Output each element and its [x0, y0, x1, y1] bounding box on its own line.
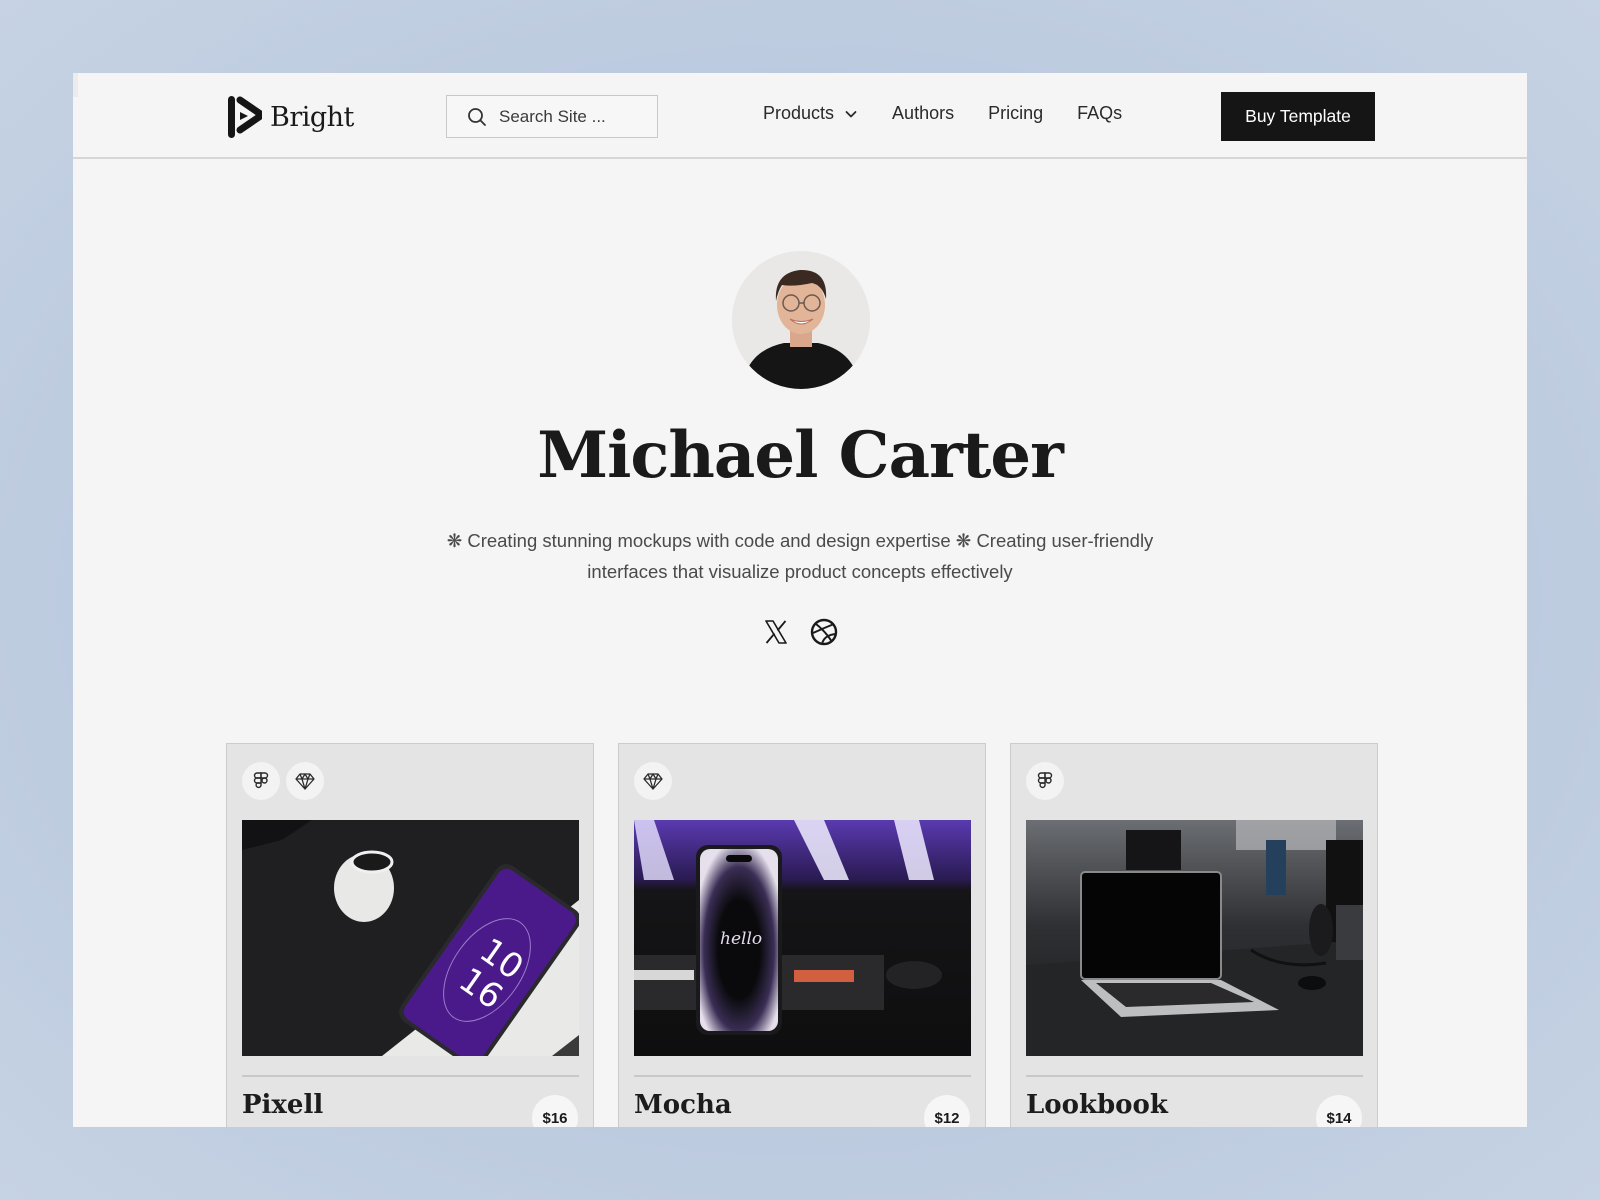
buy-template-button[interactable]: Buy Template — [1221, 92, 1375, 141]
brand-logo[interactable]: Bright — [226, 94, 354, 140]
nav-item-label: Products — [763, 103, 835, 123]
product-grid: 10 16 Pixell $16 hello Mocha $12 Lookboo… — [226, 743, 1378, 1127]
svg-text:hello: hello — [720, 929, 762, 949]
browser-window: Bright Products Authors Pricing — [73, 73, 1527, 1127]
social-links — [73, 618, 1527, 646]
search-input[interactable] — [499, 106, 639, 127]
card-divider — [634, 1075, 971, 1077]
main-nav: Products Authors Pricing FAQs — [763, 103, 1122, 124]
sketch-badge — [286, 762, 324, 800]
nav-item-label: Pricing — [988, 103, 1044, 123]
nav-item-authors[interactable]: Authors — [892, 103, 954, 124]
author-avatar — [732, 251, 870, 389]
nav-item-label: FAQs — [1077, 103, 1123, 123]
site-header: Bright Products Authors Pricing — [73, 73, 1527, 159]
card-divider — [1026, 1075, 1363, 1077]
nav-item-products[interactable]: Products — [763, 103, 858, 124]
price-badge: $14 — [1316, 1095, 1362, 1127]
x-twitter-icon[interactable] — [762, 618, 790, 646]
product-image[interactable] — [1026, 820, 1363, 1056]
figma-icon — [1037, 772, 1053, 789]
product-title[interactable]: Pixell — [242, 1090, 323, 1120]
tool-badges — [242, 762, 324, 800]
brand-name: Bright — [270, 101, 354, 133]
search-icon — [468, 107, 486, 126]
price-badge: $16 — [532, 1095, 578, 1127]
chevron-down-icon — [845, 110, 857, 117]
author-portrait — [732, 251, 870, 389]
nav-item-pricing[interactable]: Pricing — [988, 103, 1043, 124]
tool-badges — [1026, 762, 1064, 800]
product-image[interactable]: 10 16 — [242, 820, 579, 1056]
product-title[interactable]: Mocha — [634, 1090, 732, 1120]
nav-item-faqs[interactable]: FAQs — [1077, 103, 1122, 124]
nav-item-label: Authors — [892, 103, 955, 123]
figma-badge — [242, 762, 280, 800]
search-box[interactable] — [446, 95, 658, 138]
price-badge: $12 — [924, 1095, 970, 1127]
figma-icon — [253, 772, 269, 789]
product-title[interactable]: Lookbook — [1026, 1090, 1168, 1120]
product-card-mocha[interactable]: hello Mocha $12 — [618, 743, 986, 1127]
product-card-lookbook[interactable]: Lookbook $14 — [1010, 743, 1378, 1127]
figma-badge — [1026, 762, 1064, 800]
sketch-icon — [643, 773, 663, 790]
dribbble-icon[interactable] — [810, 618, 838, 646]
bright-logo-icon — [228, 96, 262, 138]
sketch-badge — [634, 762, 672, 800]
product-card-pixell[interactable]: 10 16 Pixell $16 — [226, 743, 594, 1127]
card-divider — [242, 1075, 579, 1077]
tool-badges — [634, 762, 672, 800]
sketch-icon — [295, 773, 315, 790]
product-image[interactable]: hello — [634, 820, 971, 1056]
author-name: Michael Carter — [537, 418, 1064, 493]
author-bio: ❋ Creating stunning mockups with code an… — [446, 530, 1154, 582]
